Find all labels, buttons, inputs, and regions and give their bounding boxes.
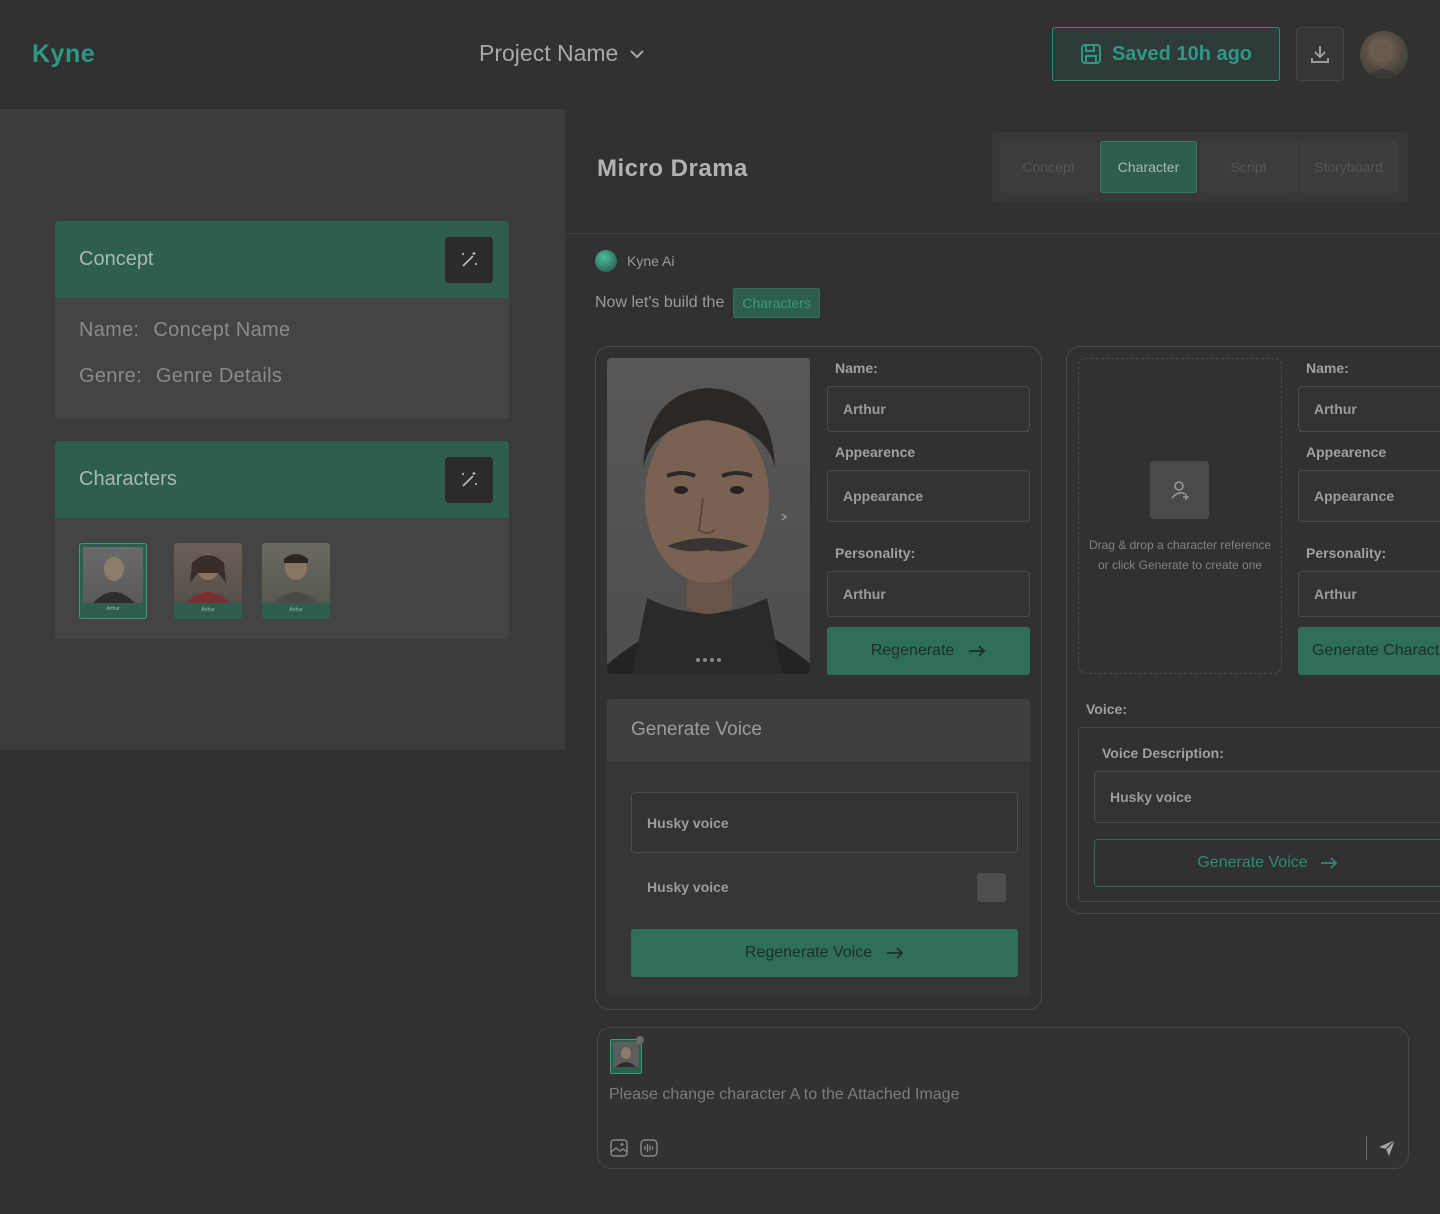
saved-status-button[interactable]: Saved 10h ago [1052,27,1280,81]
tab-script[interactable]: Script [1200,141,1297,193]
name-field[interactable]: Arthur [1298,386,1440,432]
ai-message-text: Now let's build the [595,294,725,311]
voice-description-field[interactable]: Husky voice [631,792,1018,853]
remove-attachment-icon[interactable] [636,1036,644,1044]
characters-card-header: Characters [55,441,509,518]
project-name: Project Name [479,40,619,66]
add-character-button[interactable] [1150,461,1209,519]
header-divider [565,233,1440,234]
characters-card-title: Characters [79,468,177,490]
regenerate-voice-label: Regenerate Voice [744,944,873,961]
generate-character-label: Generate Charact [1312,642,1440,659]
brand-logo[interactable]: Kyne [32,40,95,69]
voice-description-label: Voice Description: [1102,745,1224,761]
generate-character-button[interactable]: Generate Charact [1298,627,1440,675]
step-tabs: Concept Character Script Storyboard [992,132,1408,202]
chat-divider [1366,1136,1367,1160]
appearance-field[interactable]: Appearance [1298,470,1440,522]
regenerate-voice-button[interactable]: Regenerate Voice [631,929,1018,977]
magic-wand-icon [462,251,477,267]
appearance-field[interactable]: Appearance [827,470,1030,522]
tab-storyboard[interactable]: Storyboard [1300,141,1397,193]
ai-avatar-icon [595,250,617,272]
characters-card: Characters Arthur Arthur Arthur [55,441,509,639]
voice-option-label: Husky voice [647,879,729,895]
arrow-right-icon [1320,857,1337,869]
send-icon [1379,1139,1396,1156]
character-thumb-2[interactable]: Arthur [174,543,242,619]
appearance-label: Appearence [835,444,916,460]
tab-character[interactable]: Character [1100,141,1197,193]
character-photo [613,1042,639,1067]
ai-name: Kyne Ai [627,253,675,269]
character-thumb-label: Arthur [174,603,242,619]
character-thumb-3[interactable]: Arthur [262,543,330,619]
personality-label: Personality: [1306,545,1387,561]
next-image-button[interactable] [772,505,796,529]
character-thumb-label: Arthur [262,603,330,619]
attach-image-button[interactable] [609,1138,629,1158]
name-field[interactable]: Arthur [827,386,1030,432]
concept-genre-label: Genre: [79,365,142,387]
concept-genre-row: Genre: Genre Details [79,365,282,388]
voice-label: Voice: [1086,701,1127,717]
appearance-label: Appearence [1306,444,1387,460]
save-icon [1080,44,1101,64]
ai-message: Now let's build the Characters [595,288,820,318]
personality-label: Personality: [835,545,916,561]
concept-name-row: Name: Concept Name [79,319,290,342]
character-photo [262,543,330,603]
attached-image-thumb[interactable] [610,1039,642,1074]
concept-card-title: Concept [79,248,154,270]
character-thumb-1[interactable]: Arthur [79,543,147,619]
chevron-right-icon [781,513,788,521]
regenerate-button[interactable]: Regenerate [827,627,1030,675]
name-label: Name: [1306,360,1349,376]
chat-input-text[interactable]: Please change character A to the Attache… [609,1086,959,1104]
user-avatar[interactable] [1360,31,1408,79]
personality-field[interactable]: Arthur [1298,571,1440,617]
send-button[interactable] [1376,1137,1398,1159]
dropzone-hint-line2: or click Generate to create one [1097,558,1263,572]
dropzone-hint-line1: Drag & drop a character reference [1088,538,1272,552]
concept-name-label: Name: [79,319,140,341]
audio-wave-icon [640,1139,658,1157]
user-add-icon [1170,481,1189,500]
character-photo [174,543,242,603]
regenerate-label: Regenerate [870,642,955,659]
dropzone-hint: Drag & drop a character reference or cli… [1078,535,1282,575]
voice-option-checkbox[interactable] [977,873,1006,902]
character-thumb-label: Arthur [83,603,143,615]
chevron-down-icon [630,49,645,58]
personality-field[interactable]: Arthur [827,571,1030,617]
concept-edit-button[interactable] [445,236,493,283]
arrow-right-icon [887,947,904,959]
characters-chip[interactable]: Characters [733,288,820,318]
voice-description-field[interactable]: Husky voice [1094,771,1440,823]
image-icon [610,1139,628,1157]
concept-card-header: Concept [55,221,509,298]
magic-wand-icon [462,471,477,487]
ai-message-header: Kyne Ai [595,250,674,272]
concept-card: Concept Name: Concept Name Genre: Genre De… [55,221,509,419]
concept-name-value: Concept Name [153,319,291,341]
characters-edit-button[interactable] [445,456,493,503]
arrow-right-icon [969,645,986,657]
project-selector[interactable]: Project Name [479,40,646,67]
generate-voice-title: Generate Voice [607,699,1030,761]
character-photo [83,547,143,603]
voice-input-button[interactable] [639,1138,659,1158]
name-label: Name: [835,360,878,376]
download-icon [1311,46,1329,63]
left-panel [0,109,565,750]
tab-concept[interactable]: Concept [1000,141,1097,193]
saved-label: Saved 10h ago [1111,42,1253,65]
generate-voice-label: Generate Voice [1197,854,1308,871]
page-title: Micro Drama [597,155,748,182]
download-button[interactable] [1296,27,1344,81]
concept-genre-value: Genre Details [155,365,283,387]
generate-voice-button[interactable]: Generate Voice [1094,839,1440,887]
